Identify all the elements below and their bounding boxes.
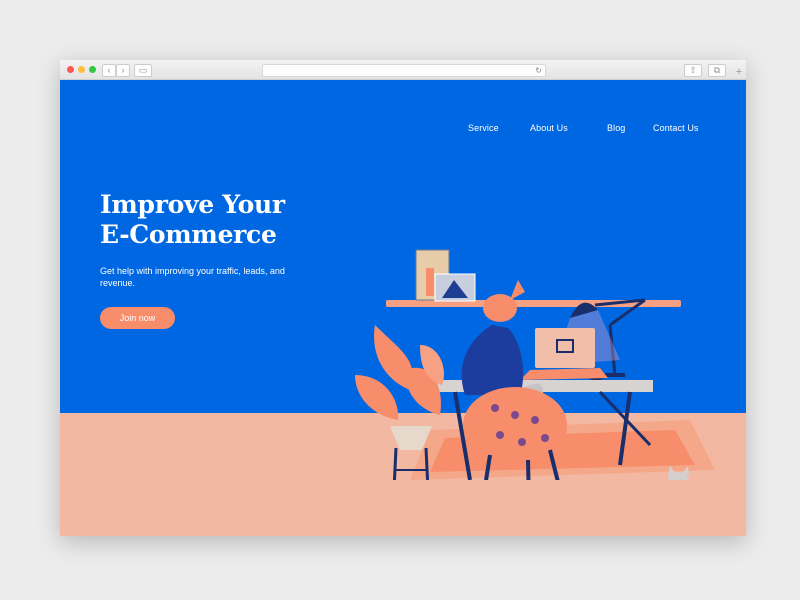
plant-stand [392,447,398,480]
hero-title: Improve Your E-Commerce [100,190,330,250]
address-bar[interactable]: ↻ [262,64,546,77]
join-now-button[interactable]: Join now [100,307,175,329]
maximize-window-button[interactable] [89,66,96,73]
nav-link-contact[interactable]: Contact Us [653,123,699,133]
browser-window: ‹ › ▭ ↻ ⇧ ⧉ + Service About Us Blog Cont… [60,60,746,536]
minimize-window-button[interactable] [78,66,85,73]
hero-title-line-2: E-Commerce [100,220,277,249]
person-hair [461,325,524,395]
sidebar-icon[interactable]: ▭ [134,64,152,77]
landing-page: Service About Us Blog Contact Us Improve… [60,80,746,536]
plus-icon[interactable]: + [732,66,746,79]
reload-icon[interactable]: ↻ [535,65,542,76]
nav-link-blog[interactable]: Blog [607,123,625,133]
nav-link-service[interactable]: Service [468,123,499,133]
hero-subtitle: Get help with improving your traffic, le… [100,266,285,288]
share-icon[interactable]: ⇧ [684,64,702,77]
back-arrow-icon[interactable]: ‹ [102,64,116,77]
laptop-screen [535,328,595,368]
frame-art-left [426,268,434,296]
close-window-button[interactable] [67,66,74,73]
forward-arrow-icon[interactable]: › [116,64,130,77]
laptop-keyboard [520,368,608,380]
hero-title-line-1: Improve Your [100,190,285,219]
browser-toolbar: ‹ › ▭ ↻ ⇧ ⧉ + [60,60,746,80]
workspace-illustration [355,249,715,480]
top-navigation: Service About Us Blog Contact Us [60,123,746,137]
tabs-icon[interactable]: ⧉ [708,64,726,77]
nav-link-about[interactable]: About Us [530,123,568,133]
